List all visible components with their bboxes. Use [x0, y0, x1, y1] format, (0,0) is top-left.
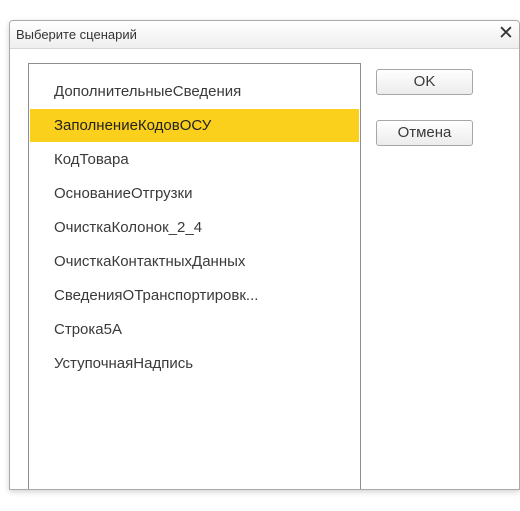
list-item[interactable]: КодТовара: [30, 143, 359, 176]
dialog-titlebar: Выберите сценарий ✕: [10, 21, 519, 49]
list-item[interactable]: Строка5А: [30, 313, 359, 346]
cancel-button[interactable]: Отмена: [376, 120, 473, 146]
close-icon[interactable]: ✕: [495, 22, 517, 46]
list-item[interactable]: ОснованиеОтгрузки: [30, 177, 359, 210]
dialog-title: Выберите сценарий: [16, 27, 137, 42]
list-item[interactable]: ДополнительныеСведения: [30, 75, 359, 108]
list-item[interactable]: ОчисткаКонтактныхДанных: [30, 245, 359, 278]
select-scenario-dialog: Выберите сценарий ✕ ДополнительныеСведен…: [9, 20, 520, 490]
list-item[interactable]: УступочнаяНадпись: [30, 347, 359, 380]
ok-button[interactable]: OK: [376, 69, 473, 95]
list-item[interactable]: СведенияОТранспортировк...: [30, 279, 359, 312]
scenario-list[interactable]: ДополнительныеСведения ЗаполнениеКодовОС…: [28, 63, 361, 489]
list-item[interactable]: ОчисткаКолонок_2_4: [30, 211, 359, 244]
list-item-selected[interactable]: ЗаполнениеКодовОСУ: [30, 109, 359, 142]
